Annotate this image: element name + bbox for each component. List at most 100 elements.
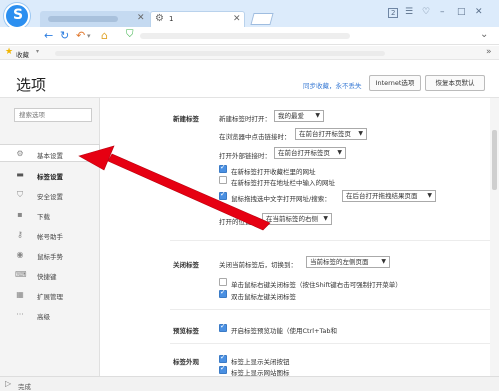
gear-icon: ⚙	[155, 13, 164, 24]
dropdown-value: 在当前标签的右侧	[266, 215, 318, 223]
sync-link[interactable]: 同步收藏，永不丢失	[303, 80, 362, 90]
dropdown-value: 在前台打开标签页	[299, 130, 351, 138]
refresh-icon[interactable]: ↻	[60, 29, 69, 42]
sidebar-item-basic[interactable]: ⚙ 基本设置	[0, 144, 100, 162]
sidebar-item-label: 鼠标手势	[37, 253, 63, 261]
sidebar-item-gestures[interactable]: ◉ 鼠标手势	[0, 246, 100, 264]
checkbox-addressbar-new-tab[interactable]	[219, 176, 227, 184]
undo-icon[interactable]: ↶	[76, 29, 85, 42]
download-icon: ▪	[17, 210, 23, 219]
checkbox-label: 单击鼠标右键关闭标签（按住Shift键右击可强制打开菜单）	[231, 281, 402, 289]
sidebar-item-label: 扩展管理	[37, 293, 63, 301]
external-link-dropdown[interactable]: 在前台打开标签页 ▼	[274, 147, 346, 159]
skin-icon[interactable]: ♡	[422, 7, 430, 17]
title-bar: S ✕ ⚙ 1 ✕ 2 ☰ ♡ – □ ✕	[0, 0, 499, 29]
gear-icon: ⚙	[16, 149, 24, 158]
checkbox-double-click-close[interactable]	[219, 288, 227, 298]
checkbox-show-close-button[interactable]	[219, 353, 227, 363]
sidebar-item-label: 高级	[37, 313, 50, 321]
window-badge[interactable]: 2	[388, 8, 399, 18]
checkbox-right-click-close[interactable]	[219, 278, 227, 286]
tab-icon: ▬	[16, 170, 24, 179]
menu-icon[interactable]: ☰	[405, 7, 413, 17]
section-label-new-tab: 新建标签	[173, 115, 199, 123]
sidebar-item-advanced[interactable]: ··· 高级	[0, 306, 100, 324]
dropdown-value: 我的最爱	[278, 112, 304, 120]
sidebar: ⚙ 基本设置 ▬ 标签设置 ⛉ 安全设置 ▪ 下载 ⚷ 帐号助手 ◉ 鼠标手势 …	[0, 98, 100, 376]
url-field[interactable]: ⛉	[126, 29, 476, 43]
sidebar-item-security[interactable]: ⛉ 安全设置	[0, 186, 100, 204]
section-label-close-tab: 关闭标签	[173, 261, 199, 269]
search-field[interactable]	[14, 108, 92, 122]
chevron-down-icon[interactable]: ▾	[36, 48, 39, 55]
checkbox-bookmark-new-tab[interactable]	[219, 163, 227, 173]
star-icon[interactable]: ★	[5, 47, 13, 57]
internet-options-button[interactable]: Internet选项	[369, 75, 421, 91]
dropdown-value: 在前台打开标签页	[278, 149, 330, 157]
minimize-icon[interactable]: –	[440, 7, 445, 17]
close-icon[interactable]: ✕	[233, 14, 241, 24]
window-close-icon[interactable]: ✕	[475, 7, 483, 17]
drag-result-dropdown[interactable]: 在后台打开拖拽结果页面 ▼	[342, 190, 436, 202]
shield-icon: ⛉	[17, 190, 23, 199]
tab-background[interactable]: ✕	[40, 11, 150, 27]
dropdown-value: 在后台打开拖拽结果页面	[346, 192, 418, 200]
section-label-tab-appearance: 标签外观	[173, 358, 199, 366]
open-position-dropdown[interactable]: 在当前标签的右侧 ▼	[262, 213, 332, 225]
close-icon[interactable]: ✕	[137, 13, 145, 23]
mouse-icon: ◉	[16, 250, 24, 259]
maximize-icon[interactable]: □	[457, 7, 466, 17]
chevron-down-icon: ▼	[381, 258, 386, 265]
bookmarks-button[interactable]: 收藏	[16, 49, 29, 59]
checkbox-drag-search[interactable]	[219, 190, 227, 200]
sidebar-item-label: 快捷键	[37, 273, 57, 281]
sidebar-item-tabs[interactable]: ▬ 标签设置	[0, 166, 100, 184]
chevron-down-icon: ▼	[315, 112, 320, 119]
double-chevron-icon[interactable]: »	[486, 47, 492, 57]
sidebar-item-label: 安全设置	[37, 193, 63, 201]
more-icon: ···	[16, 310, 24, 319]
puzzle-icon: ▦	[16, 290, 24, 299]
checkbox-label: 双击鼠标左键关闭标签	[231, 293, 296, 301]
after-close-label: 关闭当前标签后，切换到：	[219, 261, 297, 269]
open-position-label: 打开的位置：	[219, 218, 258, 226]
status-bar: ▷ 完成	[0, 376, 499, 391]
open-on-new-label: 新建标签时打开：	[219, 115, 271, 123]
sidebar-item-account[interactable]: ⚷ 帐号助手	[0, 226, 100, 244]
sidebar-item-label: 下载	[37, 213, 50, 221]
chevron-down-icon: ▼	[358, 130, 363, 137]
divider	[170, 240, 492, 241]
new-tab-button[interactable]	[250, 13, 274, 25]
chevron-down-icon: ▼	[337, 149, 342, 156]
external-link-label: 打开外部链接时：	[219, 152, 271, 160]
sidebar-item-shortcuts[interactable]: ⌨ 快捷键	[0, 266, 100, 284]
middle-click-dropdown[interactable]: 在前台打开标签页 ▼	[295, 128, 367, 140]
page-title: 选项	[16, 76, 47, 94]
tab-options[interactable]: ⚙ 1 ✕	[150, 11, 245, 27]
scrollbar-thumb[interactable]	[492, 130, 497, 190]
checkbox-label: 在新标签打开在地址栏中输入的网址	[231, 179, 335, 187]
chevron-down-icon[interactable]: ▾	[87, 32, 91, 40]
browser-logo-icon[interactable]: S	[4, 3, 30, 29]
keyboard-icon: ⌨	[15, 270, 27, 279]
section-label-preview-tab: 预览标签	[173, 327, 199, 335]
back-arrow-icon[interactable]: ←	[44, 29, 53, 42]
home-icon[interactable]: ⌂	[101, 29, 108, 42]
blurred-url	[140, 33, 350, 39]
sidebar-item-extensions[interactable]: ▦ 扩展管理	[0, 286, 100, 304]
sidebar-item-download[interactable]: ▪ 下载	[0, 206, 100, 224]
blurred-tab-title	[48, 16, 118, 22]
after-close-dropdown[interactable]: 当前标签的左侧页面 ▼	[306, 256, 390, 268]
chevron-down-icon: ▼	[427, 192, 432, 199]
search-input[interactable]	[15, 109, 91, 121]
restore-defaults-button[interactable]: 恢复本页默认	[425, 75, 485, 91]
checkbox-show-favicon[interactable]	[219, 364, 227, 374]
chevron-down-icon[interactable]: ⌄	[480, 29, 488, 40]
open-on-new-dropdown[interactable]: 我的最爱 ▼	[274, 110, 324, 122]
key-icon: ⚷	[17, 230, 23, 239]
security-shield-icon: ⛉	[126, 29, 134, 40]
address-bar: ← ↻ ↶ ▾ ⌂ ⛉ ⌄	[0, 27, 499, 45]
checkbox-tab-preview[interactable]	[219, 322, 227, 332]
checkbox-label: 开启标签预览功能（使用Ctrl+Tab和	[231, 327, 338, 335]
checkbox-label: 在新标签打开收藏栏里的网址	[231, 168, 316, 176]
